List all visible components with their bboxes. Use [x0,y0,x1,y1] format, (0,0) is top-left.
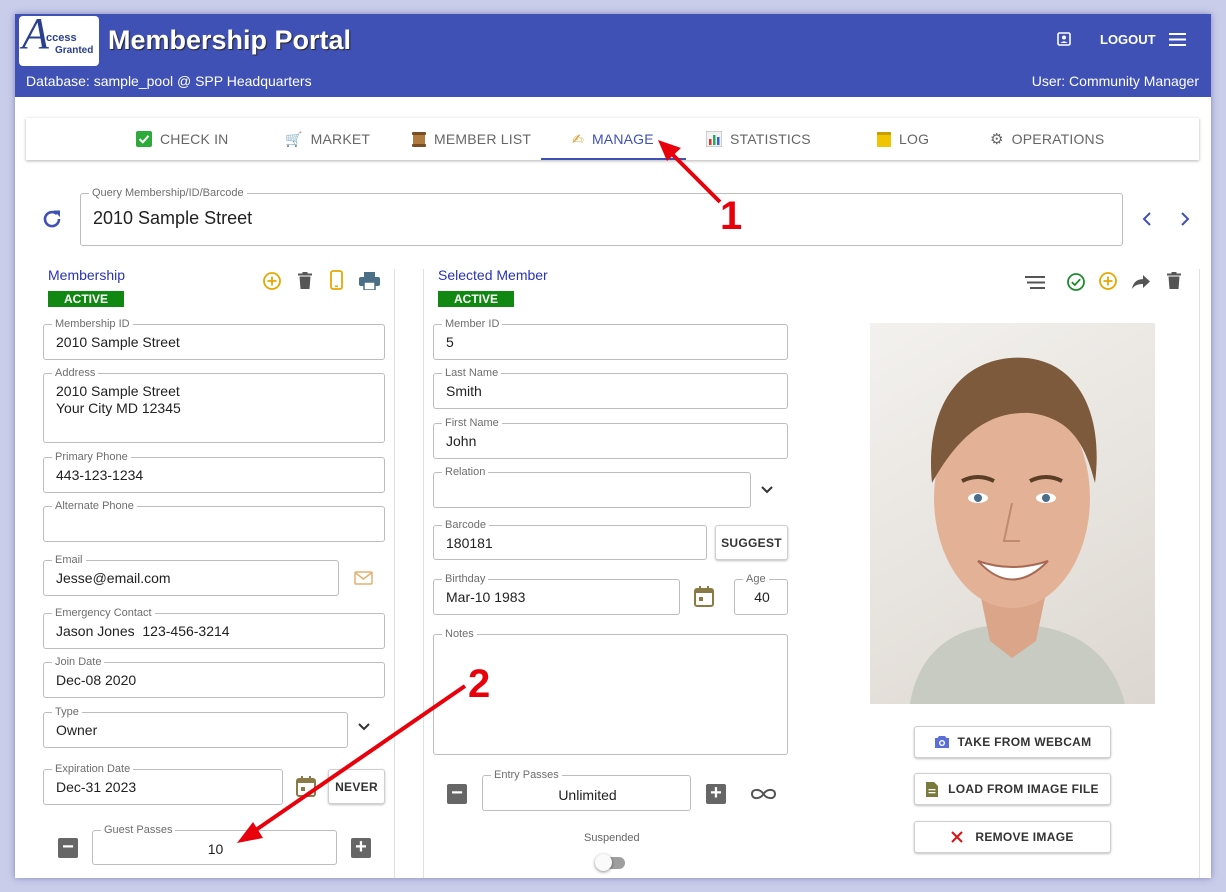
suggest-button[interactable]: SUGGEST [715,525,788,560]
guest-passes-decrement-button[interactable]: − [58,837,78,858]
close-icon [951,831,964,843]
scroll-icon [412,131,426,147]
writing-hand-icon: ✍ [572,130,584,147]
emergency-contact-field[interactable]: Emergency Contact Jason Jones 123-456-32… [43,607,385,649]
birthday-field[interactable]: Birthday Mar-10 1983 [433,573,680,615]
entry-passes-increment-button[interactable]: + [706,783,726,804]
take-from-webcam-button[interactable]: TAKE FROM WEBCAM [914,726,1111,758]
tab-member-list[interactable]: MEMBER LIST [412,118,531,160]
email-field[interactable]: Email Jesse@email.com [43,554,339,596]
tab-operations[interactable]: ⚙ OPERATIONS [990,118,1104,160]
member-portrait [910,357,1125,704]
user-label: User: Community Manager [1031,73,1199,89]
tab-manage[interactable]: ✍ MANAGE [572,118,654,160]
suspended-toggle[interactable] [595,854,627,871]
app-header: A ccess Granted Membership Portal Databa… [15,14,1211,97]
tab-market[interactable]: 🛒 MARKET [285,118,370,160]
app-title: Membership Portal [108,25,352,55]
relation-select[interactable]: Relation [433,466,751,508]
tab-check-in[interactable]: CHECK IN [136,118,229,160]
access-granted-logo: A ccess Granted [19,14,99,66]
notepad-icon [877,131,891,147]
entry-passes-field[interactable]: Entry Passes Unlimited [482,769,691,811]
logout-button[interactable]: LOGOUT [1100,32,1156,47]
member-status-badge: ACTIVE [438,291,514,307]
tab-log[interactable]: LOG [877,118,929,160]
remove-image-button[interactable]: REMOVE IMAGE [914,821,1111,853]
delete-member-icon[interactable] [1167,272,1181,289]
barcode-field[interactable]: Barcode 180181 [433,519,707,560]
cart-icon: 🛒 [285,130,303,147]
database-label: Database: sample_pool @ SPP Headquarters [26,73,312,89]
annotation-arrow-2 [237,684,467,843]
membership-status-badge: ACTIVE [48,291,124,307]
member-id-field[interactable]: Member ID 5 [433,318,788,360]
suspended-toggle-thumb [595,854,612,871]
share-arrow-icon[interactable] [1132,275,1150,289]
hamburger-menu-icon[interactable] [1169,33,1186,46]
app-window: A ccess Granted Membership Portal Databa… [15,14,1211,878]
age-field[interactable]: Age 40 [734,573,788,615]
load-from-image-file-button[interactable]: LOAD FROM IMAGE FILE [914,773,1111,805]
suspended-label: Suspended [584,832,640,844]
chevron-right-icon[interactable] [1179,211,1191,227]
address-field[interactable]: Address 2010 Sample Street Your City MD … [43,367,385,443]
member-photo [870,323,1155,704]
first-name-field[interactable]: First Name John [433,417,788,459]
delete-membership-icon[interactable] [298,272,312,289]
primary-phone-field[interactable]: Primary Phone 443-123-1234 [43,451,385,493]
annotation-number-2: 2 [468,662,491,706]
document-icon [926,781,939,797]
last-name-field[interactable]: Last Name Smith [433,367,788,409]
alternate-phone-field[interactable]: Alternate Phone [43,500,385,542]
print-icon[interactable] [359,272,380,290]
check-circle-icon[interactable] [1066,272,1086,292]
chevron-left-icon[interactable] [1141,211,1153,227]
annotation-number-1: 1 [720,194,743,238]
mobile-phone-icon[interactable] [330,270,343,290]
contact-card-icon[interactable] [1057,32,1071,46]
query-input[interactable]: Query Membership/ID/Barcode 2010 Sample … [80,187,1123,246]
main-tab-bar: CHECK IN 🛒 MARKET MEMBER LIST ✍ MANAGE S… [26,118,1199,160]
email-envelope-icon[interactable] [354,571,373,585]
refresh-icon[interactable] [40,207,64,231]
add-member-icon[interactable] [1098,271,1118,291]
sort-lines-icon[interactable] [1025,276,1045,289]
gear-icon: ⚙ [990,131,1004,148]
membership-section-title: Membership [48,267,126,283]
selected-member-section-title: Selected Member [438,267,548,283]
far-right-divider [1199,269,1200,878]
camera-icon [934,736,949,748]
add-membership-icon[interactable] [262,271,282,291]
membership-id-field[interactable]: Membership ID 2010 Sample Street [43,318,385,360]
calendar-icon[interactable] [694,586,714,607]
check-mark-icon [136,131,152,147]
infinity-icon[interactable] [750,787,777,801]
chevron-down-icon[interactable] [761,486,773,494]
